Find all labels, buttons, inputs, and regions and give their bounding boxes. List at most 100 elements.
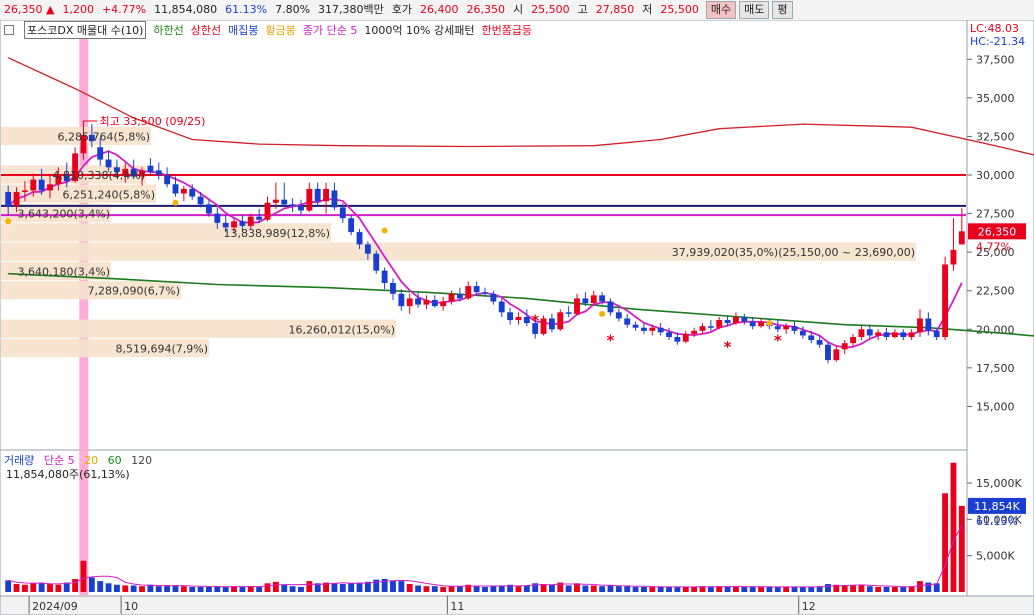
volume-bar xyxy=(858,584,865,592)
volume-bar xyxy=(130,585,137,592)
volume-profile-label: 6,251,240(5,8%) xyxy=(62,188,155,201)
candle-body xyxy=(741,316,748,322)
volume-bar xyxy=(649,586,656,592)
candle-body xyxy=(206,204,212,214)
volume-bar xyxy=(448,586,455,592)
volume-bar xyxy=(272,581,279,592)
volume-y-tick-label: 15,000K xyxy=(976,477,1022,490)
volume-bar xyxy=(891,586,898,592)
volume-bar xyxy=(431,586,438,592)
candle-body xyxy=(490,293,497,302)
golden-dot-marker xyxy=(766,320,773,327)
legend-pattern[interactable]: 1000억 10% 강세패턴 xyxy=(364,22,474,38)
candle-body xyxy=(523,316,530,324)
legend-surge[interactable]: 한번쫌급등 xyxy=(481,22,532,38)
volume-bar xyxy=(950,462,957,592)
trade-amount: 317,380백만 xyxy=(318,3,384,16)
candle-body xyxy=(615,312,622,319)
date-axis-bar xyxy=(0,595,1034,615)
volume-bar xyxy=(139,586,145,592)
legend-ma5[interactable]: 종가 단순 5 xyxy=(303,22,357,38)
volume-bar xyxy=(808,586,815,592)
candle-body xyxy=(682,333,689,342)
volume-bar xyxy=(456,586,463,592)
volume-bar xyxy=(180,586,187,592)
candle-body xyxy=(825,344,831,361)
volume-bar xyxy=(774,586,781,592)
volume-bar xyxy=(791,586,798,592)
candle-body xyxy=(557,312,564,330)
candle-body xyxy=(774,326,781,330)
volume-bar xyxy=(615,586,622,592)
volume-bar xyxy=(883,586,890,592)
legend-lower-limit[interactable]: 하한선 xyxy=(153,22,183,38)
volume-profile-label: 16,260,012(15,0%) xyxy=(288,323,395,336)
volume-bar xyxy=(155,586,162,592)
candle-body xyxy=(917,318,923,333)
candle-body xyxy=(272,199,279,203)
volume-bar xyxy=(875,586,882,592)
candle-body xyxy=(21,190,28,192)
sell-button[interactable]: 매도 xyxy=(739,1,770,19)
volume-bar xyxy=(339,584,346,592)
candle-body xyxy=(448,293,455,302)
volume-bar xyxy=(632,586,639,592)
volume-bar xyxy=(473,586,480,592)
candle-body xyxy=(423,299,430,305)
volume-bar xyxy=(523,585,530,592)
y-tick-label: 35,000 xyxy=(976,92,1015,105)
volume-bar xyxy=(866,586,873,592)
volume-bar xyxy=(741,586,748,592)
candle-body xyxy=(707,326,714,328)
volume-bar xyxy=(38,582,45,592)
legend-cluster[interactable]: 매집봉 xyxy=(228,22,258,38)
x-tick-label: 10 xyxy=(124,600,138,613)
legend-golden[interactable]: 황금봉 xyxy=(266,22,296,38)
legend-upper-limit[interactable]: 상한선 xyxy=(191,22,221,38)
open-label: 시 xyxy=(513,3,524,16)
settings-icon[interactable] xyxy=(4,24,17,37)
volume-bar xyxy=(641,586,647,592)
candle-body xyxy=(364,244,371,254)
annotation-text: 최고 33,500 (09/25) xyxy=(99,115,205,128)
volume-bar xyxy=(105,583,112,592)
x-tick-label: 12 xyxy=(802,600,816,613)
volume-bar xyxy=(72,578,79,592)
candle-body xyxy=(105,159,112,168)
volume-bar xyxy=(239,586,246,592)
candle-body xyxy=(465,286,472,299)
high-label: 고 xyxy=(577,3,588,16)
flat-button[interactable]: 평 xyxy=(772,1,793,19)
price-tag-pct: 4.77% xyxy=(976,240,1011,253)
volume-ma120-label[interactable]: 120 xyxy=(131,454,152,467)
candle-body xyxy=(507,312,514,321)
candle-body xyxy=(808,335,815,341)
volume-bar xyxy=(783,586,790,592)
volume-profile-label: 3,640,180(3,4%) xyxy=(17,265,110,278)
buy-button[interactable]: 매수 xyxy=(705,1,737,19)
candle-body xyxy=(147,165,154,172)
open-price: 25,500 xyxy=(531,3,570,16)
volume-bar xyxy=(373,579,380,592)
volume-bar xyxy=(247,586,254,592)
volume-bar xyxy=(490,586,497,592)
stock-name-label[interactable]: 포스코DX 매물대 수(10) xyxy=(24,21,147,39)
volume-bar xyxy=(925,582,932,592)
candle-body xyxy=(155,170,162,175)
candle-body xyxy=(833,349,840,361)
stock-chart[interactable]: 37,50035,00032,50030,00027,50025,00022,5… xyxy=(0,20,1034,615)
candle-body xyxy=(657,327,664,333)
volume-bar xyxy=(306,581,313,592)
volume-profile-label: 8,519,694(7,9%) xyxy=(115,343,208,356)
candle-body xyxy=(624,318,631,325)
candle-body xyxy=(415,298,422,305)
volume-bar xyxy=(206,586,212,592)
candle-body xyxy=(239,221,246,226)
candle-body xyxy=(247,216,254,226)
volume-bar xyxy=(415,585,422,592)
volume-bar xyxy=(114,584,120,592)
volume-bar xyxy=(97,581,104,592)
candle-body xyxy=(498,301,505,313)
candle-body xyxy=(933,330,940,337)
candle-body xyxy=(783,326,790,330)
